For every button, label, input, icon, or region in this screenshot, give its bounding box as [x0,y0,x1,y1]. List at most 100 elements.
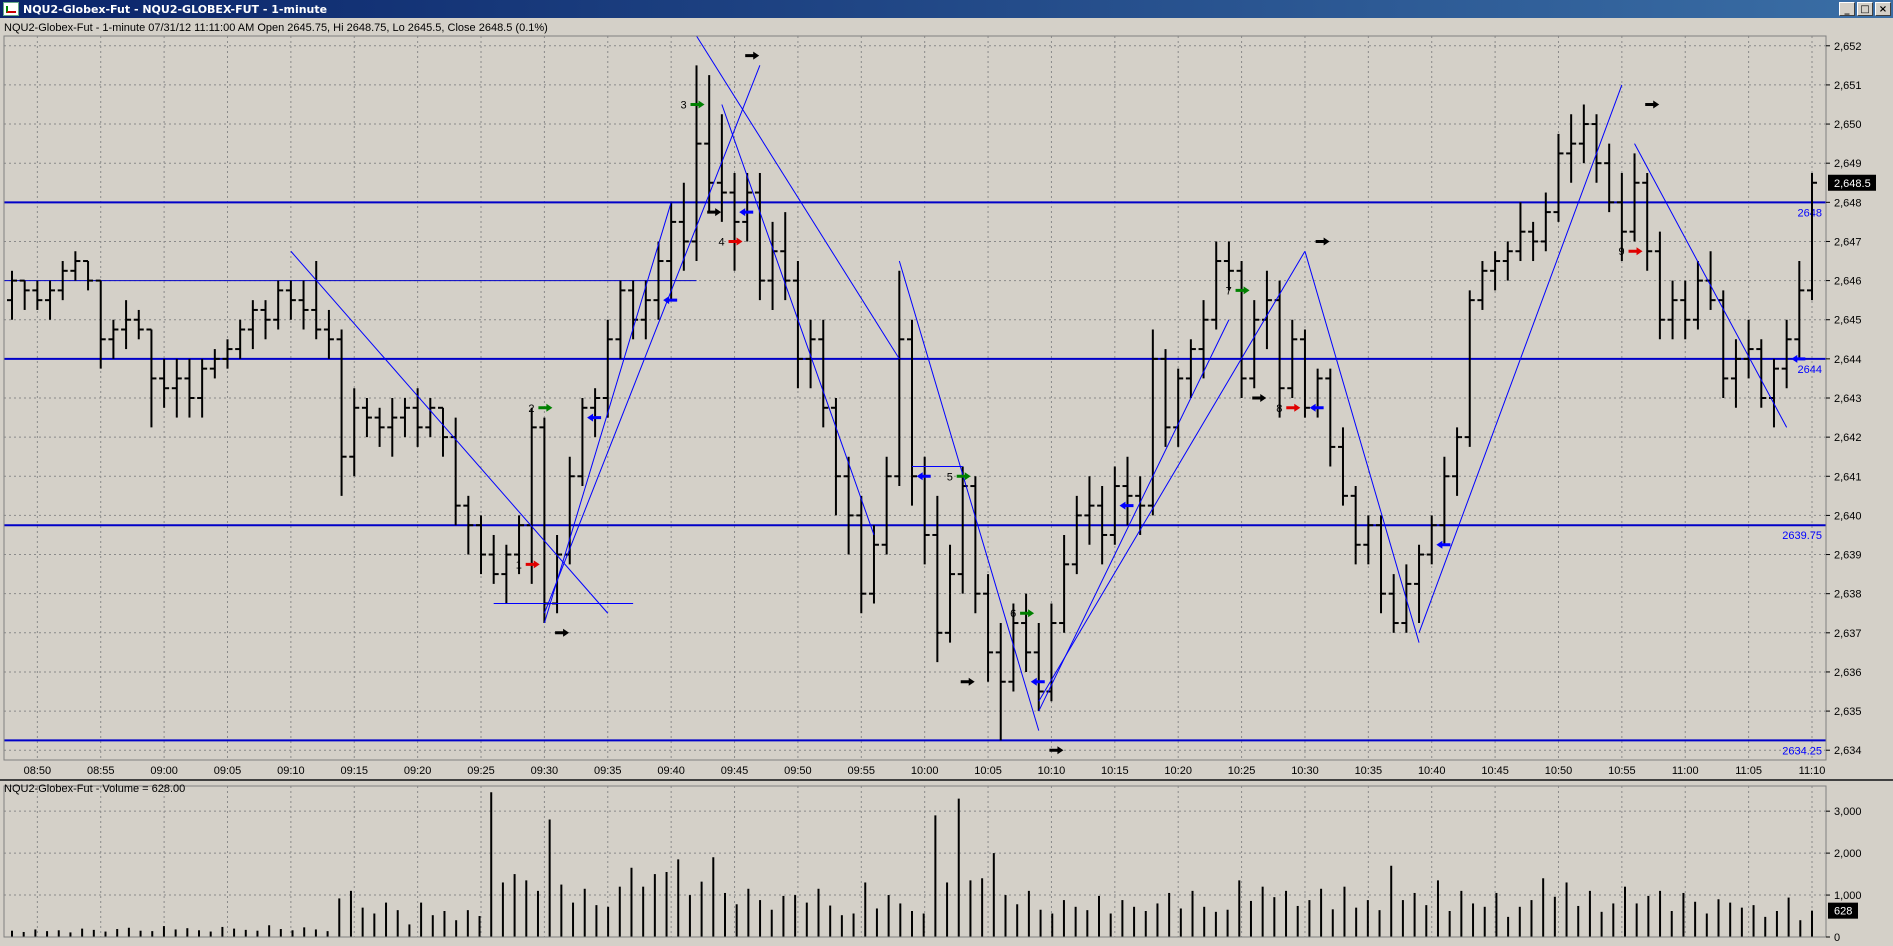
price-bar [615,280,626,359]
price-bar [919,456,930,565]
volume-tick-label: 1,000 [1834,890,1862,902]
price-bar [830,398,841,516]
price-bar [1692,261,1703,330]
price-bar [666,202,677,301]
price-bar [1071,495,1082,575]
price-bar [1667,280,1678,340]
price-bar [1414,544,1425,624]
price-tick-label: 2,643 [1834,393,1862,405]
price-bar [374,407,385,447]
time-tick-label: 09:40 [657,765,685,777]
price-bar [1388,574,1399,633]
price-bar [1299,329,1310,418]
trendline [290,250,609,614]
price-bar [323,309,334,359]
price-bar [640,280,651,340]
trendline [898,260,1040,731]
price-bar [387,398,398,457]
signal-number-label: 1 [516,559,522,571]
price-bar [1781,319,1792,389]
price-bar [907,319,917,506]
price-bar [1337,427,1348,506]
grid-layer [4,36,1826,937]
signal-number-label: 4 [719,236,725,248]
signal-number-label: 2 [528,403,534,415]
price-bar [1464,290,1475,447]
signal-number-label: 7 [1226,285,1232,297]
trendline [543,202,672,624]
price-bar [349,388,360,477]
price-bar [1439,456,1450,545]
trendline [543,65,761,614]
price-bar [247,300,258,350]
level-label: 2644 [1798,364,1822,376]
exit-arrow [1645,100,1660,109]
exit-arrow [1252,394,1267,402]
price-bar [1477,261,1488,310]
time-tick-label: 09:20 [404,765,432,777]
price-bar [1185,339,1196,398]
price-tick-label: 2,647 [1834,236,1862,248]
time-tick-label: 10:20 [1164,765,1192,777]
price-bar [235,319,246,359]
price-bar [32,280,43,310]
time-tick-label: 09:45 [721,765,749,777]
time-tick-label: 10:45 [1481,765,1509,777]
minimize-button[interactable]: _ [1839,2,1855,16]
exit-arrow [555,628,570,637]
price-bar [983,574,994,682]
price-bar [159,358,170,408]
maximize-button[interactable]: □ [1857,2,1873,16]
time-tick-label: 08:55 [87,765,115,777]
time-tick-label: 10:35 [1355,765,1383,777]
signal-arrow-long [538,403,553,412]
price-bar [1325,368,1336,467]
level-label: 2639.75 [1782,530,1822,542]
price-bar [881,456,892,555]
price-bar [970,476,981,614]
price-bar [108,319,119,359]
price-bar [742,172,753,242]
price-bar [1642,172,1653,271]
price-bar [488,534,499,584]
price-tick-label: 2,649 [1834,158,1862,170]
price-bar [767,221,778,310]
time-tick-label: 10:55 [1608,765,1636,777]
close-button[interactable]: × [1875,2,1891,16]
price-bar [1376,515,1387,614]
price-bar [184,358,195,418]
price-tick-label: 2,646 [1834,276,1862,288]
price-bar [285,280,296,320]
price-tick-label: 2,634 [1834,745,1862,757]
price-bar [1718,290,1729,398]
time-tick-label: 10:50 [1545,765,1573,777]
price-bar [7,270,17,320]
signal-arrow-short [1628,247,1643,256]
chart-area[interactable]: 2648 2644 2639.75 2634.25 1 2 3 4 5 6 7 8 9 2,634 2,… [0,18,1893,944]
price-bar [222,339,233,369]
price-tick-label: 2,637 [1834,628,1862,640]
price-bar [260,300,271,340]
chart-svg[interactable]: 2648 2644 2639.75 2634.25 1 2 3 4 5 6 7 8 9 2,634 2,… [0,18,1893,944]
price-bar [1578,104,1589,164]
price-bar [716,114,727,222]
signal-number-label: 9 [1619,246,1625,258]
price-bar [146,328,157,428]
price-bar [602,319,613,418]
price-bar [1198,300,1209,379]
price-bar [1363,515,1374,565]
price-bar [1274,280,1285,418]
price-tick-label: 2,652 [1834,41,1862,53]
time-tick-label: 10:40 [1418,765,1446,777]
price-bar [361,398,372,438]
price-bar [1033,623,1044,712]
price-bar [1426,515,1437,565]
time-tick-label: 09:05 [214,765,242,777]
price-tick-label: 2,648 [1834,197,1862,209]
price-bar [932,495,943,663]
price-bar [425,398,436,438]
time-tick-label: 10:25 [1228,765,1256,777]
price-bar [729,172,740,271]
price-bar [1109,466,1120,545]
volume-bars-layer [11,792,1813,937]
